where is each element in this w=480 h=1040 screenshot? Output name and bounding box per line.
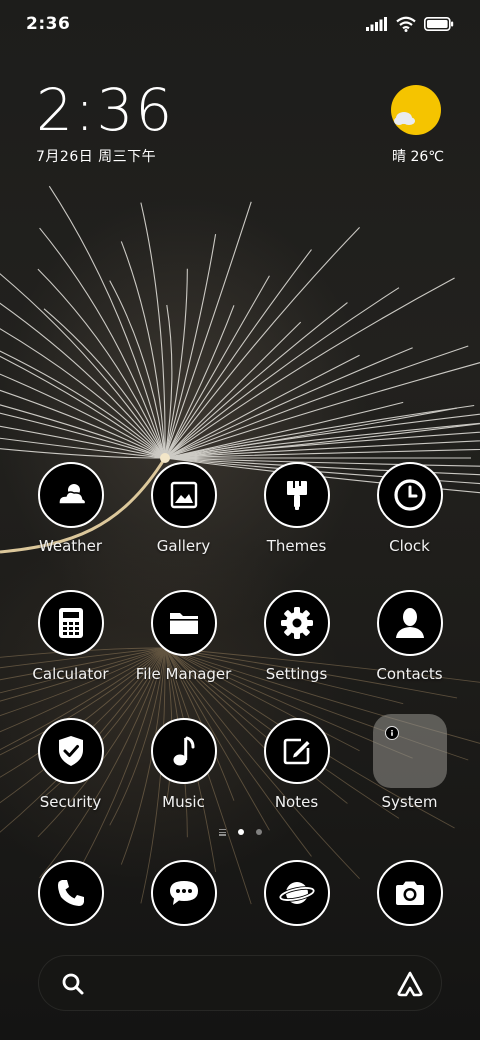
app-notes[interactable]: Notes [240,718,353,811]
signal-icon [366,17,387,31]
app-label: Clock [389,537,430,555]
app-label: Settings [265,665,328,683]
folder-system[interactable]: System [353,714,466,811]
shield-icon [58,736,83,766]
pencil-icon [283,738,309,765]
app-weather[interactable]: Weather [14,462,127,555]
app-label: Calculator [32,665,109,683]
page-indicator[interactable] [0,829,480,836]
app-label: System [381,793,438,811]
dock-browser[interactable] [240,860,353,926]
person-icon [395,608,424,638]
status-icons [366,16,454,32]
app-label: Contacts [376,665,443,683]
app-settings[interactable]: Settings [240,590,353,683]
weather-icon [57,484,86,505]
widget-date: 7月26日 周三下午 [36,149,157,165]
camera-icon [395,881,424,905]
phone-icon [57,880,84,906]
app-label: Themes [266,537,327,555]
assistant-icon [397,971,423,997]
app-label: Security [39,793,102,811]
folder-group-icon [372,714,447,788]
status-bar: 2:36 [0,0,480,50]
app-label: Weather [38,537,103,555]
dock-camera[interactable] [353,860,466,926]
brush-icon [286,481,307,510]
planet-icon [278,882,315,904]
app-calculator[interactable]: Calculator [14,590,127,683]
app-label: Gallery [156,537,211,555]
folder-icon [169,613,198,634]
app-label: Notes [274,793,319,811]
search-bar[interactable] [38,955,442,1011]
dock-phone[interactable] [14,860,127,926]
assistant-button[interactable] [395,970,425,1002]
page-dot [255,829,262,836]
page-dot-active [237,829,244,836]
minus-one-screen-icon [218,829,226,836]
status-time: 2:36 [26,14,71,34]
weather-widget[interactable]: 晴 26℃ [388,84,444,166]
app-security[interactable]: Security [14,718,127,811]
app-file-manager[interactable]: File Manager [127,590,240,683]
widget-time: 2:36 [36,76,175,144]
battery-icon [424,17,454,31]
app-label: Music [162,793,205,811]
sunny-weather-icon [390,84,442,136]
dock [14,860,466,926]
clock-widget[interactable]: 2:36 7月26日 周三下午 [36,78,174,166]
app-themes[interactable]: Themes [240,462,353,555]
clock-icon [393,479,426,511]
app-contacts[interactable]: Contacts [353,590,466,683]
app-grid: Weather Gallery Themes Clock Calculator … [14,462,466,811]
info-icon [384,726,399,740]
calculator-icon [58,608,83,638]
chat-bubble-icon [169,881,198,905]
dock-messages[interactable] [127,860,240,926]
music-note-icon [173,736,194,766]
weather-label: 晴 26℃ [392,149,444,165]
app-gallery[interactable]: Gallery [127,462,240,555]
gear-icon [280,607,313,639]
app-clock[interactable]: Clock [353,462,466,555]
app-music[interactable]: Music [127,718,240,811]
gallery-icon [170,481,197,509]
wifi-icon [396,16,416,32]
search-icon [62,973,84,995]
app-label: File Manager [135,665,232,683]
